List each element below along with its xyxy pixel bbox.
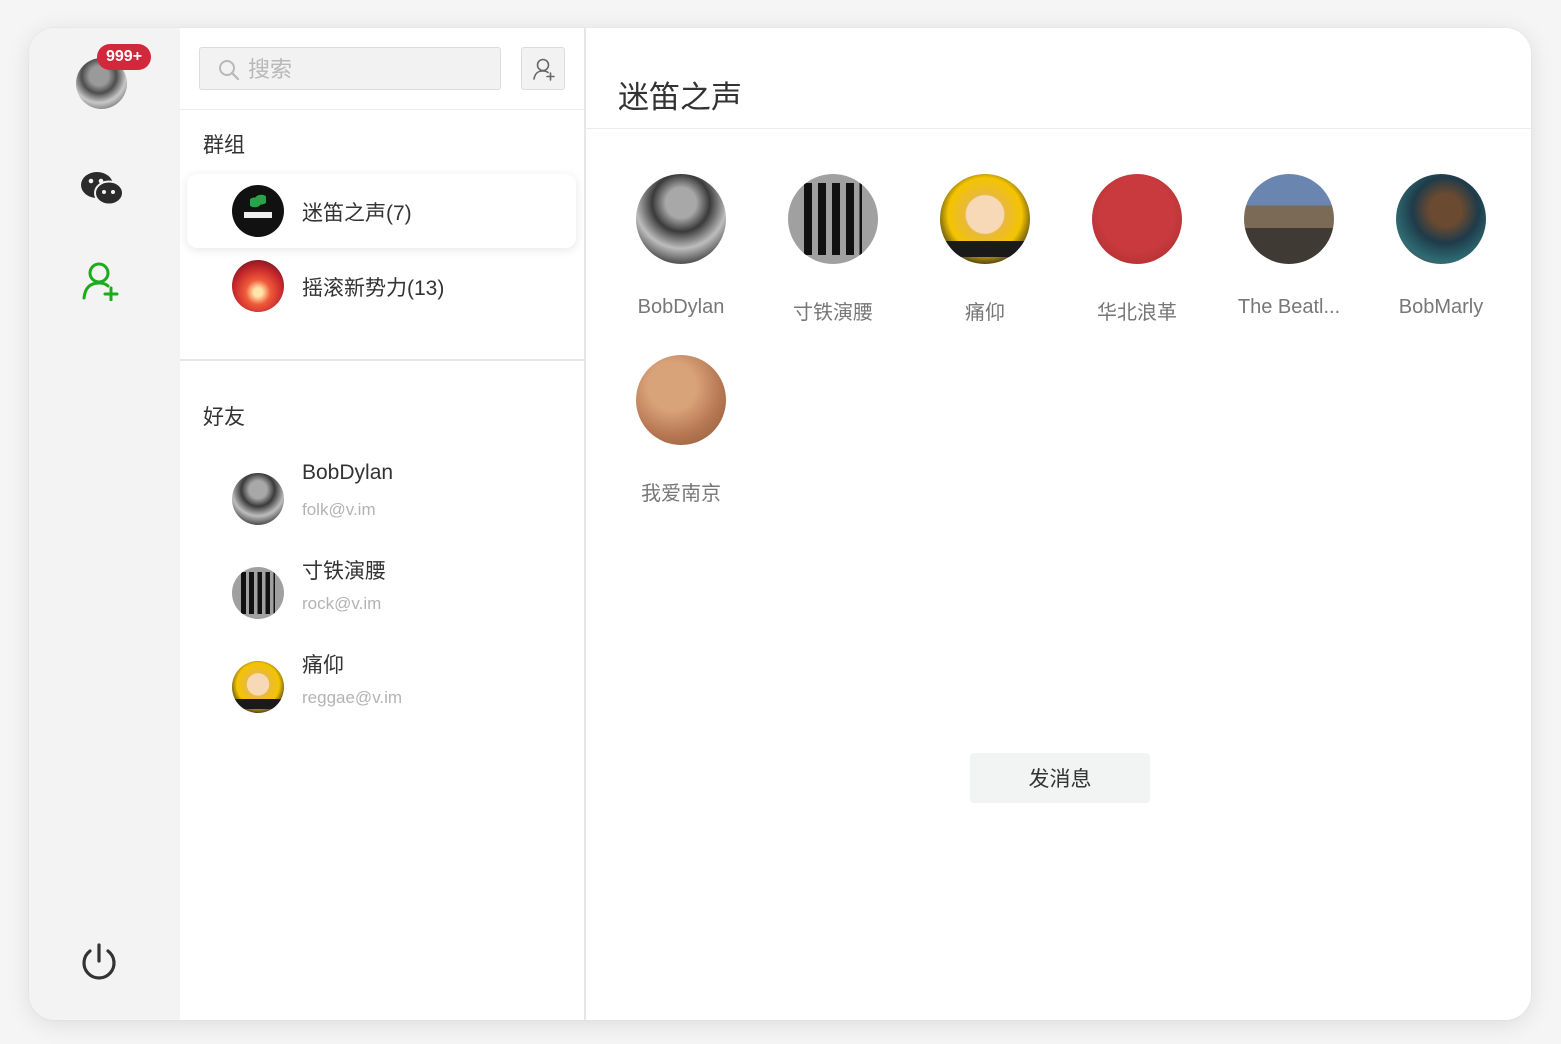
group-item-midi[interactable]: 迷笛之声(7) bbox=[187, 174, 576, 248]
left-rail: 999+ bbox=[29, 28, 180, 1020]
friend-avatar bbox=[232, 661, 284, 713]
friend-name: BobDylan bbox=[302, 461, 394, 484]
friend-name: 痛仰 bbox=[302, 654, 344, 677]
friend-name: 寸铁演腰 bbox=[302, 560, 386, 583]
friend-email: folk@v.im bbox=[302, 500, 376, 519]
friend-item[interactable]: 寸铁演腰 rock@v.im bbox=[180, 555, 584, 635]
friend-avatar bbox=[232, 473, 284, 525]
member-avatar bbox=[1244, 174, 1334, 264]
group-item-rock[interactable]: 摇滚新势力(13) bbox=[187, 249, 576, 323]
group-name: 摇滚新势力(13) bbox=[302, 277, 445, 300]
member-item[interactable]: BobMarly bbox=[1365, 174, 1515, 334]
member-avatar bbox=[636, 355, 726, 445]
member-item[interactable]: 寸铁演腰 bbox=[757, 174, 907, 334]
search-box[interactable] bbox=[199, 47, 501, 91]
groups-title: 群组 bbox=[203, 134, 245, 157]
group-title: 迷笛之声 bbox=[618, 80, 742, 115]
contacts-add-icon[interactable] bbox=[81, 261, 121, 301]
member-name: 华北浪革 bbox=[1097, 302, 1177, 324]
friend-item[interactable]: BobDylan folk@v.im bbox=[180, 461, 584, 541]
group-avatar bbox=[232, 260, 284, 312]
member-name: The Beatl... bbox=[1237, 296, 1341, 318]
app-window: 999+ 搜索 群组 迷笛之声(7) 摇滚新势力(13) 好友 BobDylan… bbox=[29, 28, 1531, 1020]
member-item[interactable]: 我爱南京 bbox=[605, 355, 755, 515]
member-name: 寸铁演腰 bbox=[793, 302, 873, 324]
member-avatar bbox=[940, 174, 1030, 264]
friend-avatar bbox=[232, 567, 284, 619]
member-avatar bbox=[636, 174, 726, 264]
member-item[interactable]: 痛仰 bbox=[909, 174, 1059, 334]
search-input[interactable] bbox=[246, 48, 490, 91]
member-item[interactable]: The Beatl... bbox=[1213, 174, 1363, 334]
search-icon bbox=[219, 60, 240, 81]
unread-badge: 999+ bbox=[97, 44, 152, 70]
member-name: BobDylan bbox=[637, 296, 725, 318]
friend-email: rock@v.im bbox=[302, 594, 382, 613]
member-name: 痛仰 bbox=[965, 302, 1005, 324]
divider bbox=[180, 109, 584, 110]
member-item[interactable]: BobDylan bbox=[605, 174, 755, 334]
friend-item[interactable]: 痛仰 reggae@v.im bbox=[180, 649, 584, 729]
contact-list-panel: 群组 迷笛之声(7) 摇滚新势力(13) 好友 BobDylan folk@v.… bbox=[180, 28, 586, 1020]
divider bbox=[586, 128, 1531, 129]
group-avatar bbox=[232, 185, 284, 237]
member-avatar bbox=[788, 174, 878, 264]
member-name: 我爱南京 bbox=[641, 483, 721, 505]
send-message-button[interactable]: 发消息 bbox=[970, 753, 1150, 803]
group-detail-panel: 迷笛之声 BobDylan 寸铁演腰 痛仰 华北浪革 The Beatl... … bbox=[586, 28, 1531, 1020]
add-user-icon bbox=[533, 58, 555, 81]
group-name: 迷笛之声(7) bbox=[302, 202, 412, 225]
member-avatar bbox=[1396, 174, 1486, 264]
member-name: BobMarly bbox=[1398, 296, 1484, 318]
friends-title: 好友 bbox=[203, 406, 245, 429]
chat-icon[interactable] bbox=[80, 171, 124, 207]
add-friend-button[interactable] bbox=[521, 47, 565, 90]
power-icon[interactable] bbox=[78, 942, 120, 984]
member-avatar bbox=[1092, 174, 1182, 264]
member-item[interactable]: 华北浪革 bbox=[1061, 174, 1211, 334]
friend-email: reggae@v.im bbox=[302, 688, 403, 707]
divider bbox=[180, 359, 584, 361]
